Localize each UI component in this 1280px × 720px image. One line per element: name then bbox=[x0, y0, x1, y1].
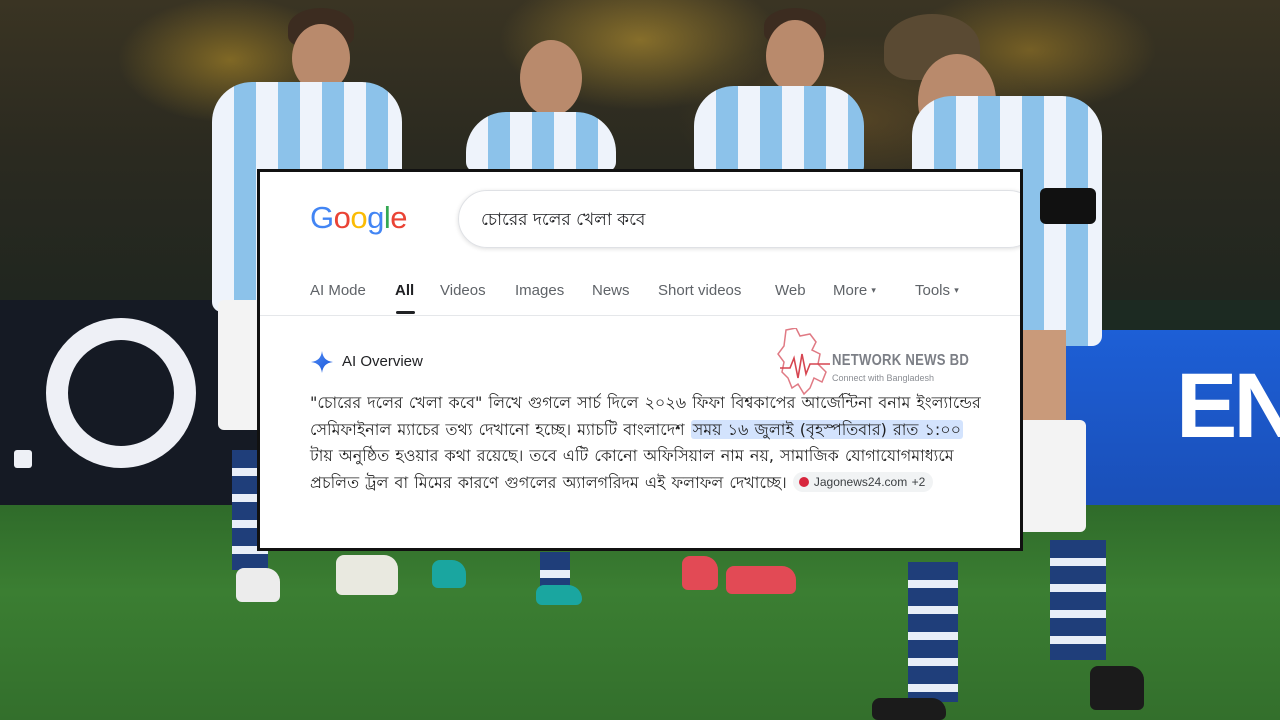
active-tab-indicator bbox=[396, 311, 415, 314]
tab-news[interactable]: News bbox=[592, 282, 630, 299]
tab-web[interactable]: Web bbox=[775, 282, 806, 299]
tab-videos[interactable]: Videos bbox=[440, 282, 486, 299]
google-search-screenshot: Google চোরের দলের খেলা কবে AI Mode All V… bbox=[257, 169, 1023, 551]
source-chip[interactable]: Jagonews24.com +2 bbox=[792, 471, 934, 492]
tools-button[interactable]: Tools ▾ bbox=[915, 282, 959, 299]
tab-short-videos[interactable]: Short videos bbox=[658, 282, 741, 299]
board-logo-letters: EN bbox=[1176, 355, 1280, 457]
caret-down-icon: ▾ bbox=[954, 285, 959, 295]
board-logo-ring bbox=[46, 318, 196, 468]
tab-ai-mode[interactable]: AI Mode bbox=[310, 282, 366, 299]
bangladesh-map-logo bbox=[777, 328, 830, 396]
ai-overview-label: AI Overview bbox=[342, 353, 423, 370]
sparkle-icon bbox=[311, 351, 333, 373]
watermark-subtitle: Connect with Bangladesh bbox=[832, 373, 935, 383]
board-logo-dot bbox=[14, 450, 32, 468]
source-site-icon bbox=[798, 476, 809, 487]
search-input[interactable]: চোরের দলের খেলা কবে bbox=[458, 190, 1020, 248]
highlighted-time: সময় ১৬ জুলাই (বৃহস্পতিবার) রাত ১:০০ bbox=[690, 419, 964, 439]
search-query-text: চোরের দলের খেলা কবে bbox=[481, 210, 646, 230]
tabs-divider bbox=[260, 315, 1020, 316]
tab-more[interactable]: More ▾ bbox=[833, 282, 876, 299]
tab-images[interactable]: Images bbox=[515, 282, 564, 299]
watermark-title: NETWORK NEWS BD bbox=[832, 352, 970, 369]
ai-overview-text: "চোরের দলের খেলা কবে" লিখে গুগলে সার্চ দ… bbox=[310, 393, 981, 492]
google-logo[interactable]: Google bbox=[310, 200, 408, 236]
tab-all[interactable]: All bbox=[395, 282, 414, 299]
caret-down-icon: ▾ bbox=[871, 285, 876, 295]
